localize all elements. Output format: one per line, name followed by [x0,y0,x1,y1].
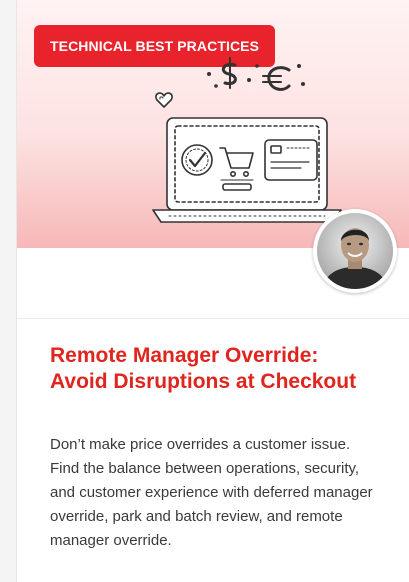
page: TECHNICAL BEST PRACTICES Remote Manager … [0,0,409,582]
check-circle-icon [181,144,213,176]
laptop-checkout-illustration [152,57,342,223]
article-card[interactable]: TECHNICAL BEST PRACTICES Remote Manager … [16,0,409,582]
article-summary: Don’t make price overrides a customer is… [50,436,373,549]
credit-card-icon [264,139,318,181]
author-avatar[interactable] [313,209,397,293]
avatar-photo [317,213,393,289]
heart-icon [155,92,173,108]
dollar-sign-icon [207,57,252,89]
euro-sign-icon [255,63,306,91]
article-title[interactable]: Remote Manager Override: Avoid Disruptio… [50,343,380,395]
divider [17,318,409,319]
